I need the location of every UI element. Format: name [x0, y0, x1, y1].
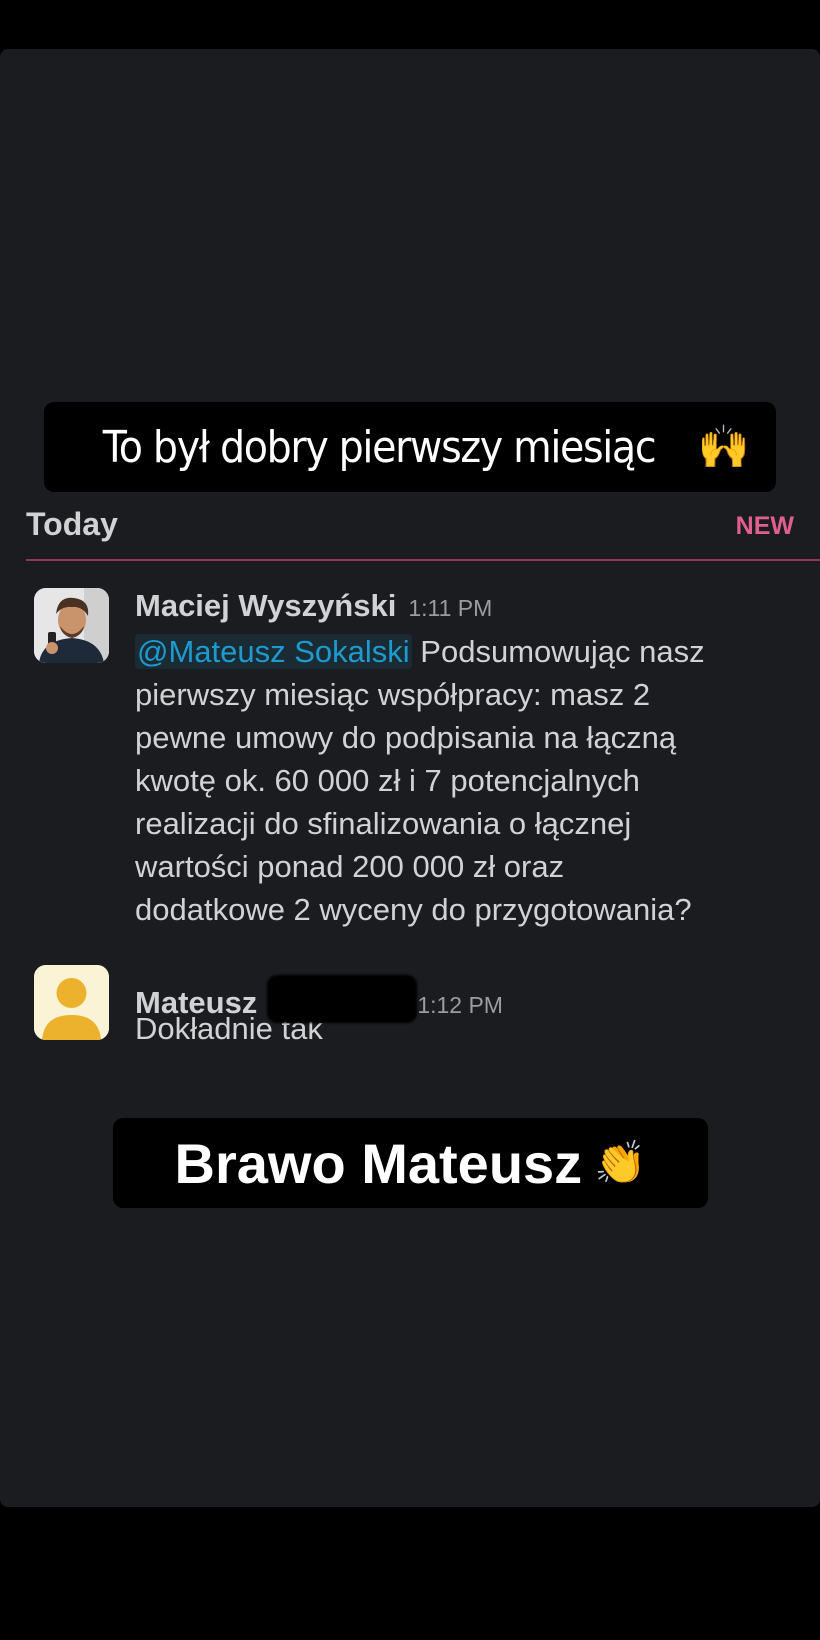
raising-hands-icon: 🙌 — [697, 422, 750, 471]
message-timestamp[interactable]: 1:12 PM — [417, 992, 503, 1019]
message-header: Maciej Wyszyński 1:11 PM — [135, 588, 815, 628]
default-user-icon — [34, 965, 109, 1040]
message-text: @Mateusz Sokalski Podsumowując nasz pier… — [135, 630, 815, 931]
message-body-text: Podsumowując nasz pierwszy miesiąc współ… — [135, 634, 705, 927]
avatar[interactable] — [34, 588, 109, 663]
new-messages-badge: NEW — [735, 512, 794, 540]
profile-photo-icon — [34, 588, 109, 663]
caption-bottom-text: Brawo Mateusz — [174, 1131, 583, 1195]
story-caption-bottom: Brawo Mateusz 👏 — [113, 1118, 708, 1208]
caption-top-text: To był dobry pierwszy miesiąc — [102, 421, 656, 473]
new-messages-line — [26, 559, 820, 561]
message-content: Maciej Wyszyński 1:11 PM @Mateusz Sokals… — [135, 588, 815, 931]
message-timestamp[interactable]: 1:11 PM — [408, 595, 492, 622]
user-mention[interactable]: @Mateusz Sokalski — [135, 634, 412, 669]
sender-name[interactable]: Maciej Wyszyński — [135, 588, 396, 624]
story-caption-top: To był dobry pierwszy miesiąc 🙌 — [44, 402, 776, 492]
clapping-hands-icon: 👏 — [594, 1138, 647, 1186]
avatar[interactable] — [34, 965, 109, 1040]
date-divider: Today NEW — [26, 506, 820, 556]
message-header: Mateusz 1:12 PM — [135, 965, 815, 1023]
redaction-mark — [267, 975, 418, 1023]
message-content: Mateusz 1:12 PM Dokładnie tak — [135, 965, 815, 1050]
today-label: Today — [26, 506, 118, 542]
